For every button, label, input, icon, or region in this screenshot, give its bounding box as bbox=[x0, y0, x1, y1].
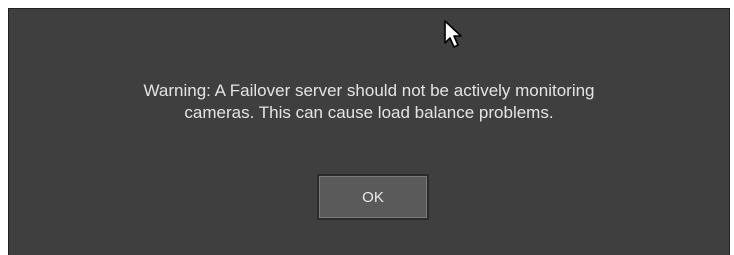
warning-message: Warning: A Failover server should not be… bbox=[143, 81, 595, 122]
ok-button[interactable]: OK bbox=[317, 174, 429, 220]
warning-dialog: Warning: A Failover server should not be… bbox=[8, 8, 730, 255]
mouse-pointer-icon bbox=[444, 20, 462, 48]
